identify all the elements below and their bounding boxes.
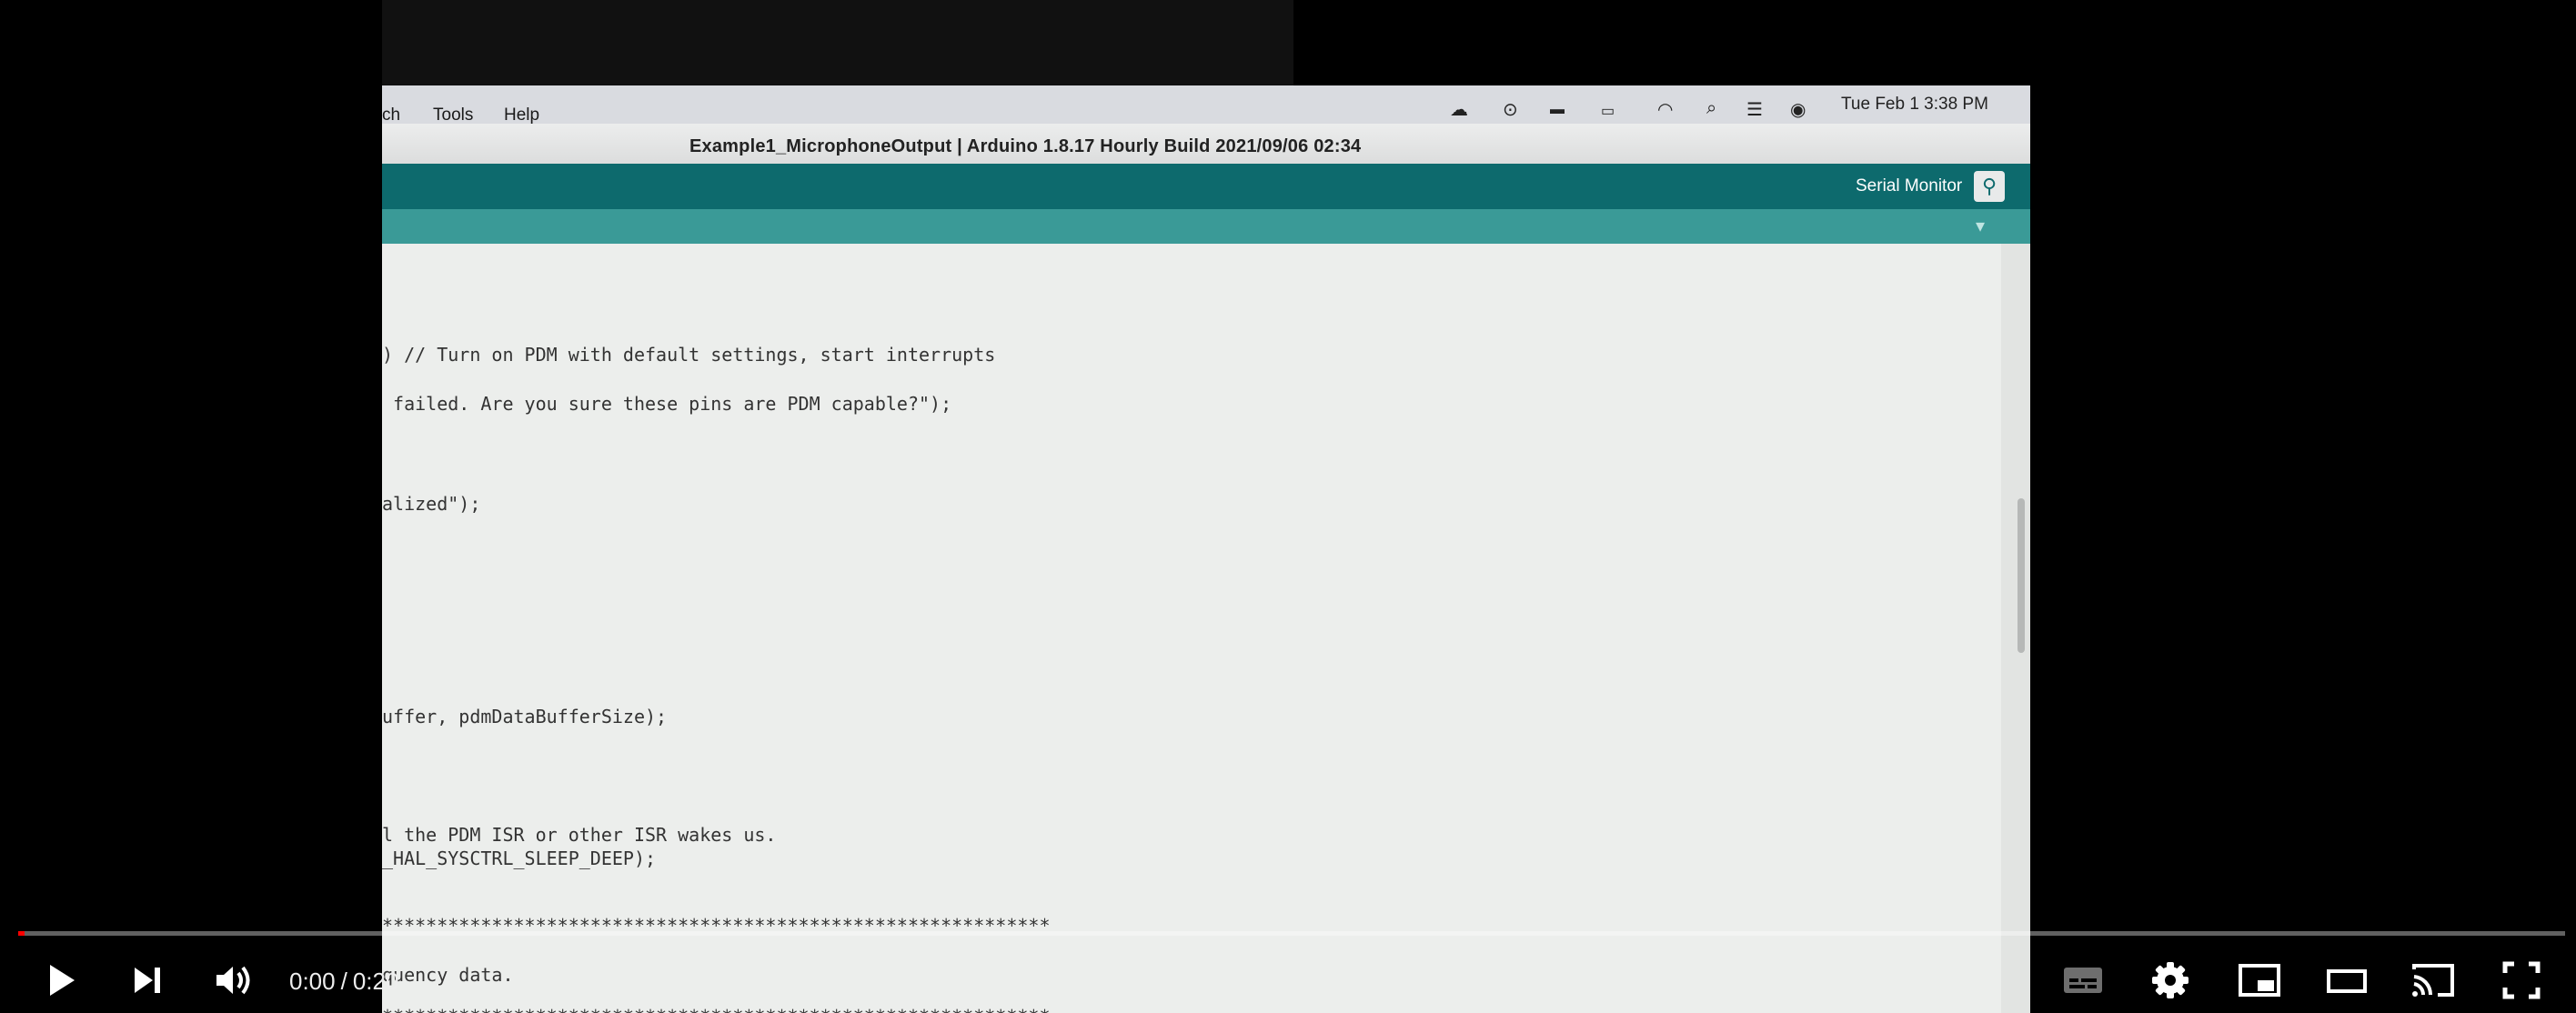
- arduino-tabbar: ▾: [382, 209, 2030, 244]
- cast-icon: [2412, 964, 2454, 997]
- flag-icon: ▬: [1550, 102, 1565, 117]
- miniplayer-button[interactable]: [2234, 955, 2285, 1006]
- subtitles-button[interactable]: [2058, 955, 2108, 1006]
- progress-bar[interactable]: [18, 931, 2565, 936]
- code-line: failed. Are you sure these pins are PDM …: [382, 393, 952, 415]
- menu-sketch: ch: [382, 105, 401, 125]
- creative-cloud-icon: ☁: [1450, 100, 1468, 120]
- window-title: Example1_MicrophoneOutput | Arduino 1.8.…: [689, 136, 1362, 156]
- play-icon: [50, 965, 75, 996]
- subtitles-icon: [2064, 968, 2102, 993]
- video-player[interactable]: ch Tools Help ☁ ⊙ ▬ ▭ ◠ ⌕ ☰ ◉ Tue Feb 1 …: [0, 0, 2576, 1013]
- code-line: _HAL_SYSCTRL_SLEEP_DEEP);: [382, 848, 657, 869]
- menubar-clock: Tue Feb 1 3:38 PM: [1841, 95, 1988, 114]
- current-time: 0:00: [289, 968, 336, 995]
- miniplayer-icon: [2239, 964, 2280, 997]
- arduino-toolbar: Serial Monitor ⚲: [382, 164, 2030, 209]
- record-icon: ⊙: [1503, 100, 1518, 120]
- code-line: ) // Turn on PDM with default settings, …: [382, 344, 996, 366]
- window-titlebar: Example1_MicrophoneOutput | Arduino 1.8.…: [382, 124, 2030, 164]
- editor-scrollbar: [2001, 244, 2030, 1013]
- theater-mode-icon: [2327, 969, 2367, 993]
- code-editor: ) // Turn on PDM with default settings, …: [382, 244, 2001, 1013]
- control-center-icon: ☰: [1746, 100, 1763, 120]
- serial-monitor-label: Serial Monitor: [1856, 176, 1963, 196]
- play-button[interactable]: [35, 955, 86, 1006]
- time-display: 0:00/0:20: [289, 968, 398, 996]
- code-line: alized");: [382, 493, 481, 515]
- fullscreen-icon: [2502, 961, 2541, 999]
- menu-help: Help: [504, 105, 540, 125]
- siri-icon: ◉: [1790, 100, 1806, 120]
- next-icon: [135, 968, 160, 993]
- code-line: uffer, pdmDataBufferSize);: [382, 706, 668, 727]
- mute-button[interactable]: [209, 955, 260, 1006]
- tab-menu-chevron-down-icon: ▾: [1976, 216, 1986, 236]
- code-line: ****************************************…: [382, 1006, 1051, 1013]
- menu-tools: Tools: [433, 105, 474, 125]
- search-icon: ⌕: [1706, 98, 1717, 118]
- laptop-screen: ch Tools Help ☁ ⊙ ▬ ▭ ◠ ⌕ ☰ ◉ Tue Feb 1 …: [382, 85, 2030, 1013]
- serial-monitor-icon: ⚲: [1974, 171, 2005, 202]
- code-line: l the PDM ISR or other ISR wakes us.: [382, 824, 777, 846]
- cast-button[interactable]: [2409, 955, 2460, 1006]
- gear-icon: [2152, 962, 2189, 998]
- theater-mode-button[interactable]: [2321, 955, 2372, 1006]
- next-button[interactable]: [122, 955, 173, 1006]
- progress-scrubber[interactable]: [18, 931, 25, 936]
- code-line: quency data.: [382, 964, 514, 986]
- editor-scroll-thumb: [2018, 498, 2025, 653]
- mac-menubar: ch Tools Help ☁ ⊙ ▬ ▭ ◠ ⌕ ☰ ◉ Tue Feb 1 …: [382, 85, 2030, 125]
- settings-button[interactable]: [2145, 955, 2196, 1006]
- fullscreen-button[interactable]: [2496, 955, 2547, 1006]
- wifi-icon: ◠: [1657, 100, 1674, 120]
- time-separator: /: [340, 968, 347, 995]
- battery-icon: ▭: [1601, 104, 1615, 119]
- volume-icon: [216, 966, 250, 995]
- duration: 0:20: [352, 968, 399, 995]
